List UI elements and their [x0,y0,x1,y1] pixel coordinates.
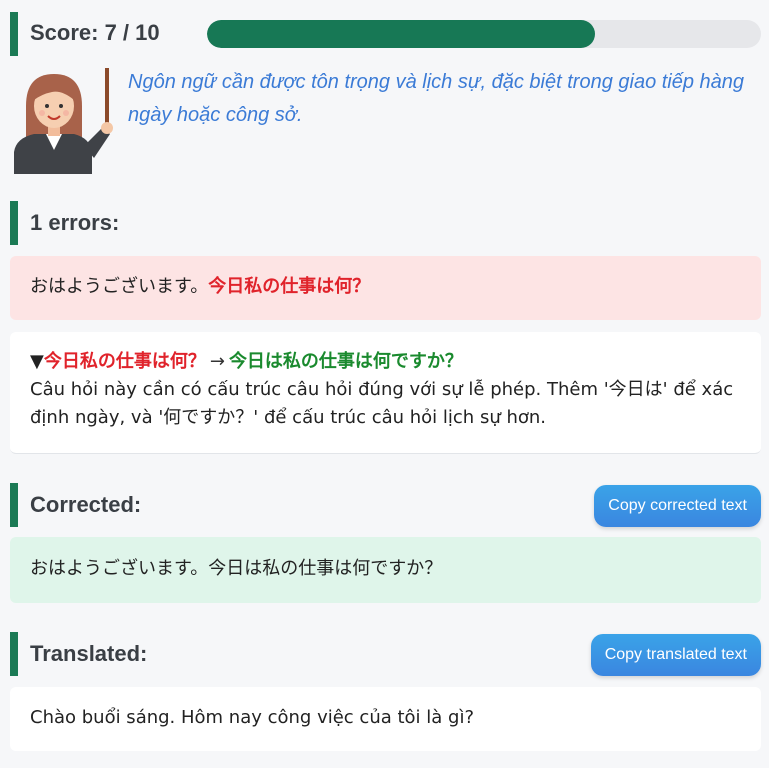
translated-heading: Translated: [30,641,148,666]
translated-accent-bar [10,632,18,676]
copy-corrected-button[interactable]: Copy corrected text [594,485,761,527]
arrow-icon: → [209,351,225,372]
copy-translated-button[interactable]: Copy translated text [590,634,761,676]
collapse-toggle-icon[interactable]: ▼ [30,351,44,372]
teacher-icon [14,68,113,174]
corrected-text-card: おはようございます。今日は私の仕事は何ですか？ [10,537,761,603]
errors-accent-bar [10,201,18,245]
score-label: Score: 7 / 10 [30,20,160,45]
original-error-highlight: 今日私の仕事は何？ [208,276,371,297]
score-progress-bar [207,20,761,48]
errors-heading: 1 errors: [30,210,120,235]
error-wrong-text: 今日私の仕事は何？ [43,351,206,372]
original-text-prefix: おはようございます。 [30,276,209,297]
error-fixed-text: 今日は私の仕事は何ですか？ [228,351,463,372]
teacher-quote: Ngôn ngữ cần được tôn trọng và lịch sự, … [128,71,745,126]
original-text-card: おはようございます。今日私の仕事は何？ [10,256,761,320]
error-detail-summary[interactable]: ▼今日私の仕事は何？ → 今日は私の仕事は何ですか？ [30,348,741,376]
corrected-heading: Corrected: [30,492,142,517]
score-progress-fill [207,20,595,48]
corrected-accent-bar [10,483,18,527]
score-accent-bar [10,12,18,56]
error-detail-card: ▼今日私の仕事は何？ → 今日は私の仕事は何ですか？ Câu hỏi này cần… [10,332,761,454]
error-explanation: Câu hỏi này cần có cấu trúc câu hỏi đúng… [30,379,734,428]
translated-text-card: Chào buổi sáng. Hôm nay công việc của tô… [10,687,761,751]
